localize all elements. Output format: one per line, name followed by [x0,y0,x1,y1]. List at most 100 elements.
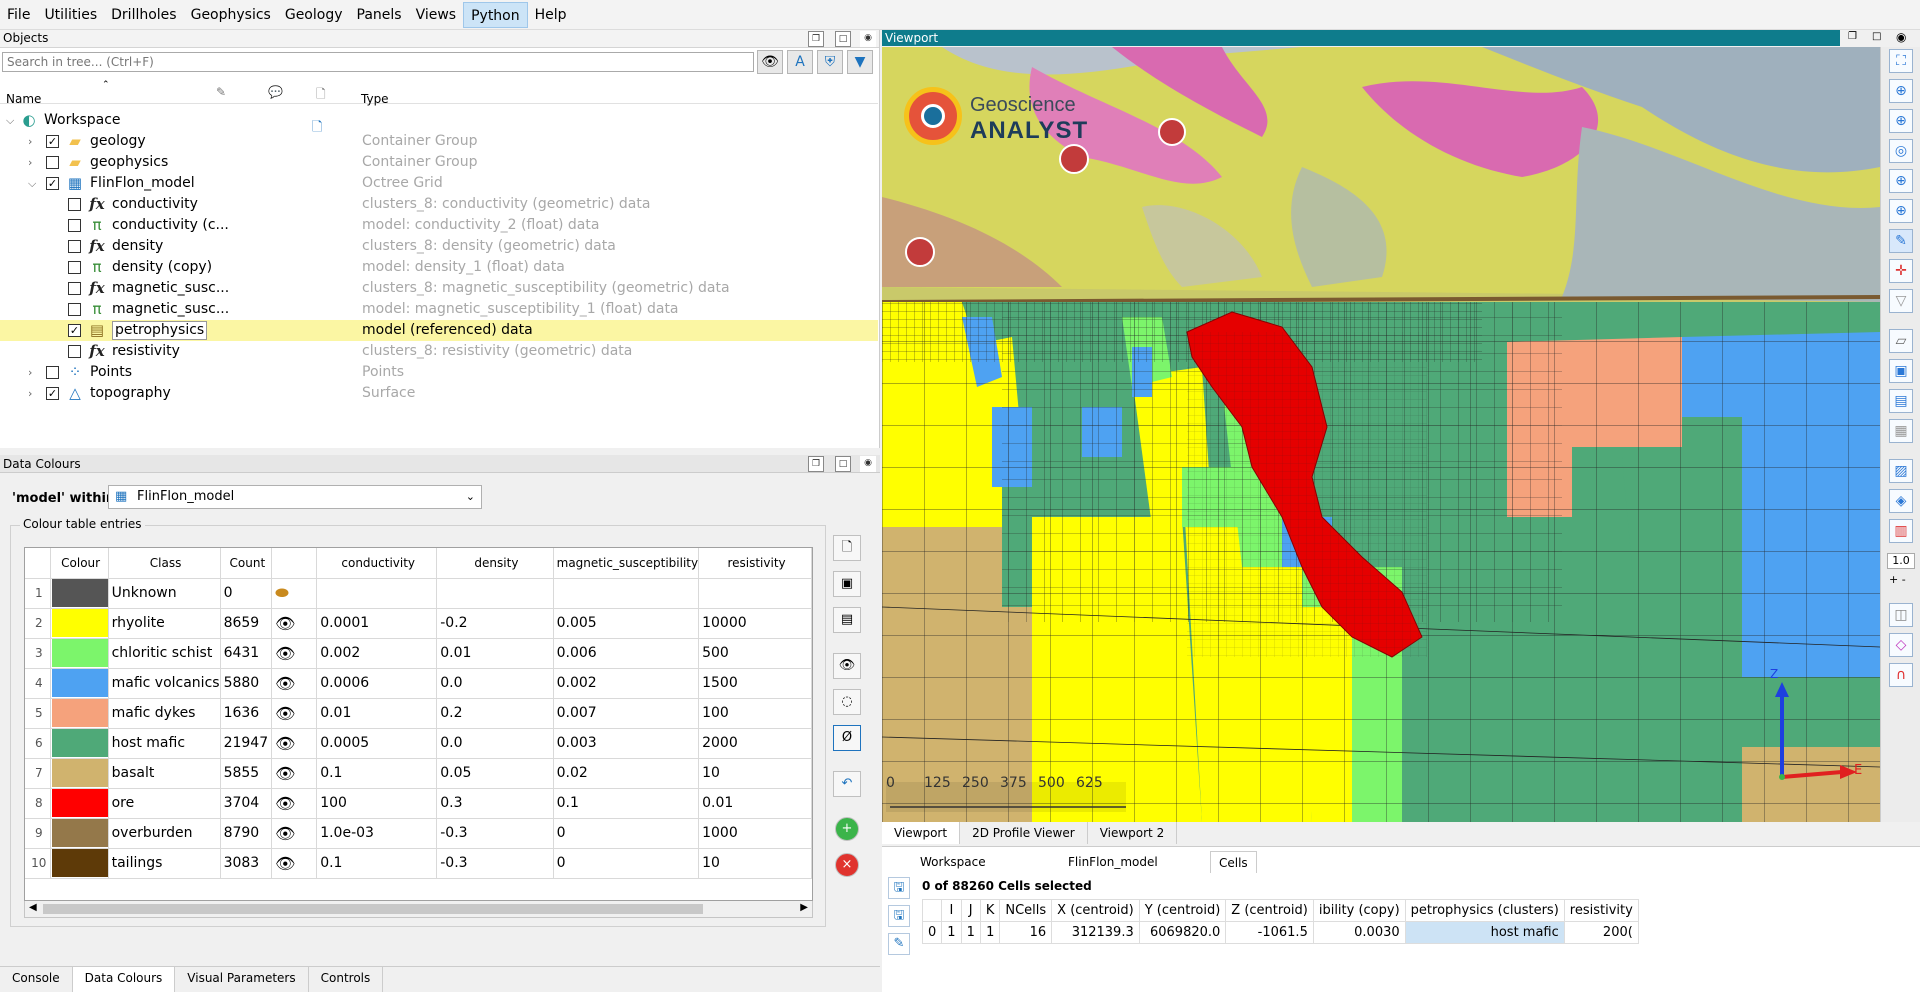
density-cell[interactable]: -0.3 [436,848,554,879]
chevron-right-icon[interactable]: › [28,152,38,173]
cells-tab[interactable]: FlinFlon_model [1060,851,1166,873]
colour-table-row[interactable]: 1 Unknown 0 ⬬ [25,578,812,609]
bottom-tab[interactable]: Visual Parameters [175,967,309,992]
bottom-tab[interactable]: Controls [309,967,384,992]
cells-column-header[interactable]: X (centroid) [1051,899,1140,922]
colour-swatch[interactable] [51,579,108,607]
menu-geophysics[interactable]: Geophysics [184,2,278,28]
show-all-icon[interactable]: 👁 [833,653,861,679]
tree-row[interactable]: ⌵ ◐ Workspace [0,110,878,131]
tree-row[interactable]: π density (copy) model: density_1 (float) … [0,257,878,278]
cells-column-header[interactable]: ibility (copy) [1312,899,1406,922]
visibility-checkbox[interactable]: ✓ [46,135,59,148]
res-cell[interactable]: 1000 [698,818,812,849]
colour-table-row[interactable]: 9 overburden 8790 👁 1.0e-03 -0.3 0 1000 [25,818,812,849]
colour-cell[interactable] [50,818,109,849]
colour-table-row[interactable]: 3 chloritic schist 6431 👁 0.002 0.01 0.006 500 [25,638,812,669]
viewport-tab[interactable]: Viewport [882,822,961,844]
null-icon[interactable]: Ø [833,725,861,751]
density-cell[interactable] [436,578,554,609]
visibility-checkbox[interactable]: ✓ [68,324,81,337]
conductivity-cell[interactable]: 0.0001 [316,608,438,639]
select-tool-icon[interactable]: ⛶ [1889,49,1913,73]
colour-table-row[interactable]: 6 host mafic 21947 👁 0.0005 0.0 0.003 2000 [25,728,812,759]
conductivity-cell[interactable] [316,578,438,609]
colour-swatch[interactable] [51,819,108,847]
tree-row[interactable]: ⌵ ✓ ▦ FlinFlon_model Octree Grid [0,173,878,194]
visibility-checkbox[interactable] [68,261,81,274]
class-cell[interactable]: mafic volcanics [108,668,221,699]
visibility-checkbox[interactable]: ✓ [46,387,59,400]
viewport-tab[interactable]: 2D Profile Viewer [960,822,1088,844]
axis-tool-icon[interactable]: ✛ [1889,259,1913,283]
visibility-checkbox[interactable] [68,219,81,232]
visibility-filter-icon[interactable]: 👁 [757,50,783,74]
cells-row[interactable]: 0 1 1 1 16 312139.3 6069820.0 -1061.5 0.0030 host… [921,921,1639,944]
import-table-icon[interactable]: ▣ [833,571,861,597]
menu-utilities[interactable]: Utilities [37,2,104,28]
mag-cell[interactable] [553,578,700,609]
colour-cell[interactable] [50,848,109,879]
scroll-thumb[interactable] [43,904,703,914]
viewport-tab[interactable]: Viewport 2 [1088,822,1178,844]
zoom-value[interactable]: 1.0 [1887,553,1915,569]
tree-row[interactable]: fx conductivity clusters_8: conductivity (… [0,194,878,215]
eye-icon[interactable]: 👁 [275,614,295,633]
res-cell[interactable]: 0.01 [698,788,812,819]
tree-row[interactable]: fx density clusters_8: density (geometric)… [0,236,878,257]
visibility-cell[interactable]: 👁 [271,608,318,639]
density-cell[interactable]: 0.05 [436,758,554,789]
rotate-tool-icon[interactable]: ◎ [1889,139,1913,163]
pan-tool-icon[interactable]: ⊕ [1889,109,1913,133]
colour-cell[interactable] [50,668,109,699]
object-dropdown[interactable]: ▦ FlinFlon_model ⌄ [108,485,482,509]
column-header[interactable]: magnetic_susceptibility [553,548,700,579]
visibility-cell[interactable]: 👁 [271,698,318,729]
conductivity-cell[interactable]: 0.1 [316,848,438,879]
colour-table-row[interactable]: 8 ore 3704 👁 100 0.3 0.1 0.01 [25,788,812,819]
name-filter-icon[interactable]: A [787,50,813,74]
undo-icon[interactable]: ↶ [833,771,861,797]
visibility-cell[interactable]: 👁 [271,668,318,699]
hide-eye-icon[interactable]: ◉ [860,456,876,472]
tree-row[interactable]: fx resistivity clusters_8: resistivity (ge… [0,341,878,362]
eye-icon[interactable]: 👁 [275,824,295,843]
eye-icon[interactable]: 👁 [275,704,295,723]
chevron-right-icon[interactable]: › [28,362,38,383]
menu-python[interactable]: Python [463,1,528,28]
density-cell[interactable]: -0.2 [436,608,554,639]
class-cell[interactable]: mafic dykes [108,698,221,729]
menu-geology[interactable]: Geology [278,2,350,28]
colour-swatch[interactable] [51,759,108,787]
mag-cell[interactable]: 0.007 [553,698,700,729]
eye-icon[interactable]: 👁 [275,854,295,873]
conductivity-cell[interactable]: 0.0005 [316,728,438,759]
colour-cell[interactable] [50,728,109,759]
column-header[interactable]: resistivity [698,548,812,579]
column-header[interactable]: Count [220,548,273,579]
conductivity-cell[interactable]: 0.002 [316,638,438,669]
chart-tool-icon[interactable]: ▨ [1889,459,1913,483]
plane-tool-icon[interactable]: ▱ [1889,329,1913,353]
colour-swatch[interactable] [51,699,108,727]
conductivity-cell[interactable]: 100 [316,788,438,819]
visibility-cell[interactable]: ⬬ [271,578,318,609]
res-cell[interactable]: 500 [698,638,812,669]
density-cell[interactable]: 0.2 [436,698,554,729]
maximize-icon[interactable]: □ [835,456,851,472]
maximize-icon[interactable]: □ [835,31,851,47]
colour-swatch[interactable] [51,609,108,637]
cells-tab[interactable]: Workspace [912,851,994,873]
colour-cell[interactable] [50,578,109,609]
maximize-icon[interactable]: □ [1872,31,1881,42]
bottom-tab[interactable]: Console [0,967,73,992]
colour-table-row[interactable]: 7 basalt 5855 👁 0.1 0.05 0.02 10 [25,758,812,789]
class-cell[interactable]: rhyolite [108,608,221,639]
class-cell[interactable]: tailings [108,848,221,879]
float-icon[interactable]: ❐ [808,31,824,47]
chevron-right-icon[interactable]: › [28,383,38,404]
search-input[interactable]: Search in tree... (Ctrl+F) [2,52,754,72]
density-cell[interactable]: -0.3 [436,818,554,849]
mag-cell[interactable]: 0.1 [553,788,700,819]
cells-column-header[interactable]: NCells [999,899,1053,922]
